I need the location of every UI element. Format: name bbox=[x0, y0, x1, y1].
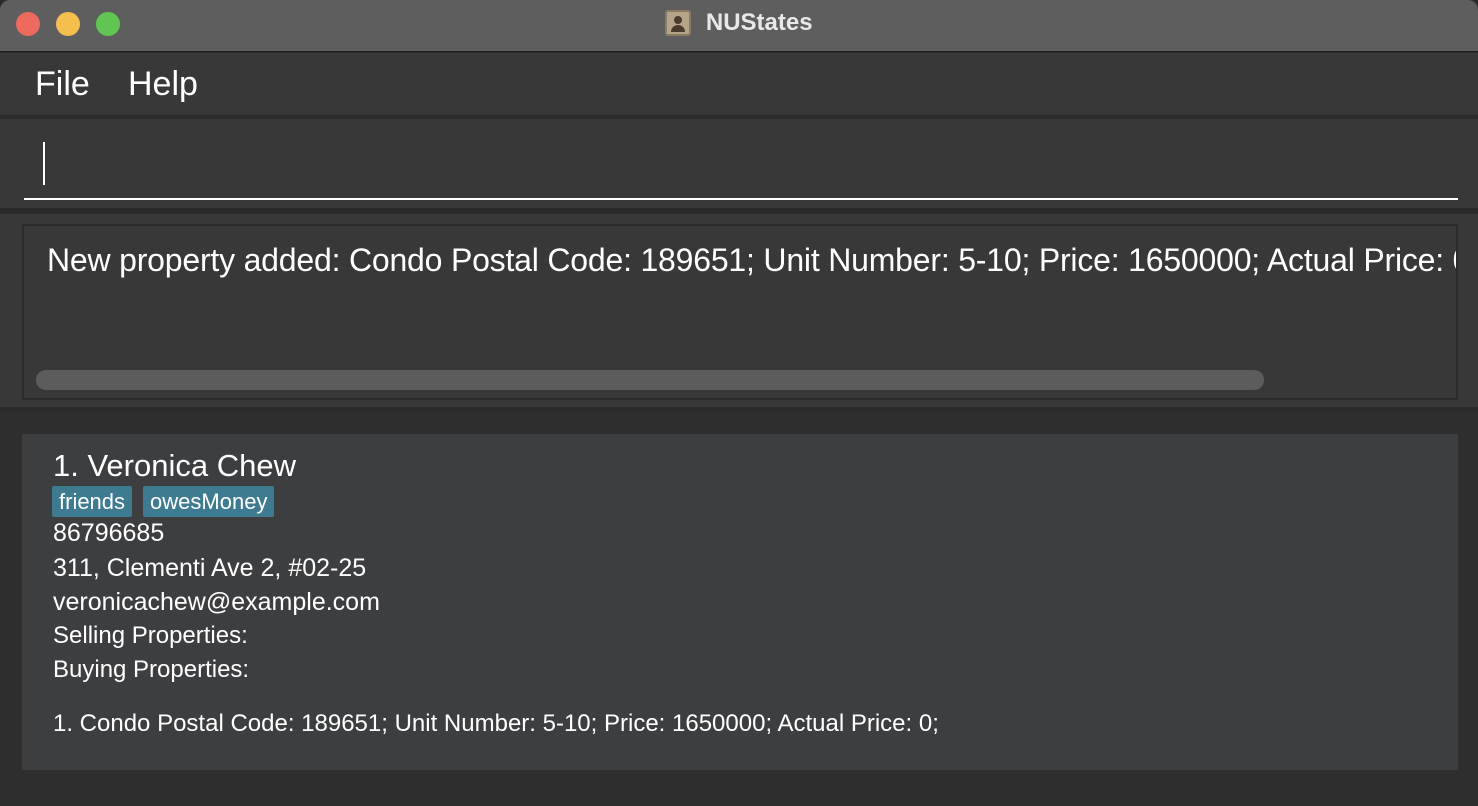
menu-bar: File Help bbox=[0, 53, 1478, 117]
command-input[interactable] bbox=[24, 139, 1458, 200]
text-caret bbox=[43, 142, 45, 185]
window-title-group: NUStates bbox=[0, 9, 1478, 39]
person-email: veronicachew@example.com bbox=[53, 588, 380, 616]
horizontal-scrollbar[interactable] bbox=[36, 370, 1264, 390]
tag-list: friends owesMoney bbox=[52, 486, 285, 517]
person-list: 1. Veronica Chew friends owesMoney 867966… bbox=[0, 413, 1478, 806]
person-card[interactable]: 1. Veronica Chew friends owesMoney 867966… bbox=[22, 434, 1458, 770]
tag: owesMoney bbox=[143, 486, 275, 517]
person-address: 311, Clementi Ave 2, #02-25 bbox=[53, 554, 367, 582]
buying-property-item: 1. Condo Postal Code: 189651; Unit Numbe… bbox=[53, 710, 939, 737]
person-name: 1. Veronica Chew bbox=[53, 448, 296, 483]
result-display: New property added: Condo Postal Code: 1… bbox=[22, 224, 1458, 400]
menu-file[interactable]: File bbox=[35, 65, 90, 104]
result-display-panel: New property added: Condo Postal Code: 1… bbox=[0, 214, 1478, 410]
address-book-icon bbox=[665, 10, 692, 36]
person-phone: 86796685 bbox=[53, 519, 165, 547]
command-box-panel bbox=[0, 119, 1478, 211]
window-title: NUStates bbox=[705, 9, 813, 36]
result-message: New property added: Condo Postal Code: 1… bbox=[47, 242, 1458, 278]
menu-help[interactable]: Help bbox=[128, 65, 198, 104]
tag: friends bbox=[52, 486, 133, 517]
selling-properties-label: Selling Properties: bbox=[53, 622, 248, 649]
buying-properties-label: Buying Properties: bbox=[53, 656, 250, 683]
title-bar: NUStates bbox=[0, 0, 1478, 52]
